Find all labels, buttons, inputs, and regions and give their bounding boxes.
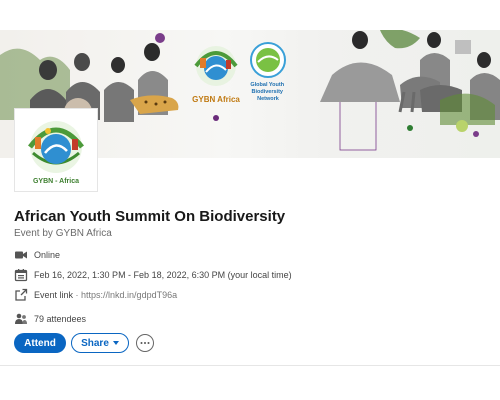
- external-link-icon: [14, 288, 28, 302]
- event-location: Online: [34, 250, 61, 260]
- event-link-label: Event link: [34, 290, 74, 300]
- svg-text:GYBN - Africa: GYBN - Africa: [33, 178, 79, 185]
- event-attendees-row[interactable]: 79 attendees: [14, 312, 86, 326]
- calendar-icon: [14, 268, 28, 282]
- svg-text:GYBN Africa: GYBN Africa: [192, 95, 240, 104]
- people-icon: [14, 312, 28, 326]
- event-logo: GYBN - Africa: [14, 108, 98, 192]
- event-card: GYBN Africa Global Youth Biodiversity Ne…: [0, 30, 500, 366]
- caret-down-icon: [112, 341, 119, 345]
- share-button-label: Share: [81, 337, 109, 349]
- event-organizer[interactable]: Event by GYBN Africa: [14, 228, 112, 239]
- event-datetime: Feb 16, 2022, 1:30 PM - Feb 18, 2022, 6:…: [34, 270, 292, 280]
- ellipsis-icon: [140, 342, 150, 344]
- event-datetime-row: Feb 16, 2022, 1:30 PM - Feb 18, 2022, 6:…: [14, 268, 292, 282]
- event-attendees[interactable]: 79 attendees: [34, 314, 86, 324]
- svg-text:Global Youth Biodive: Global Youth Biodiversity Network: [250, 82, 285, 102]
- video-camera-icon: [14, 248, 28, 262]
- event-location-row: Online: [14, 248, 60, 262]
- gybn-africa-logo-image: GYBN - Africa: [15, 109, 97, 191]
- event-title: African Youth Summit On Biodiversity: [14, 208, 286, 225]
- event-link-separator: ·: [73, 290, 82, 300]
- event-link-url[interactable]: https://lnkd.in/gdpdT96a: [81, 290, 177, 300]
- event-link-row: Event link · https://lnkd.in/gdpdT96a: [14, 288, 177, 302]
- attend-button[interactable]: Attend: [14, 333, 66, 353]
- more-options-button[interactable]: [136, 334, 154, 352]
- share-button[interactable]: Share: [71, 333, 129, 353]
